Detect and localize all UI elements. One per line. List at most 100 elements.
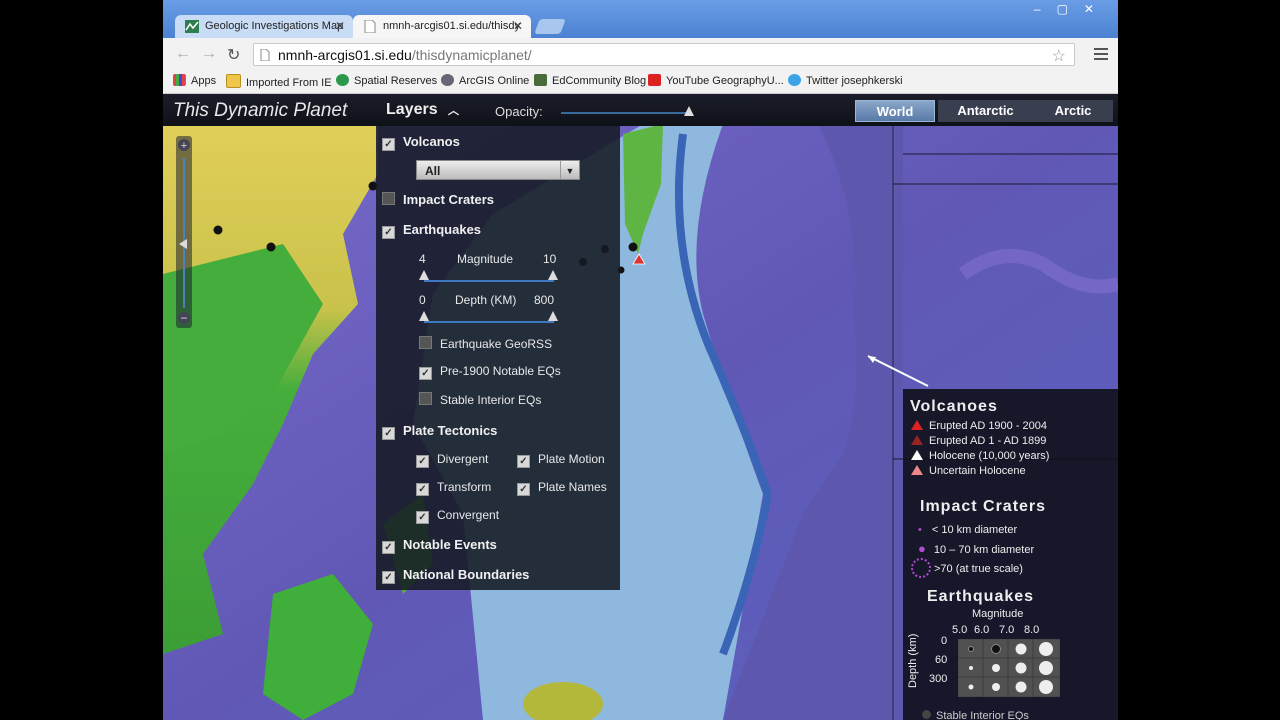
national-boundaries-checkbox[interactable]: ✓	[382, 571, 395, 584]
plate-motion-checkbox[interactable]: ✓	[517, 455, 530, 468]
youtube-icon	[648, 74, 661, 86]
svg-text:+: +	[181, 140, 187, 152]
bookmark-apps[interactable]: Apps	[173, 74, 216, 87]
close-tab-icon[interactable]: ✕	[335, 15, 345, 38]
stable-interior-icon	[922, 710, 931, 719]
divergent-checkbox[interactable]: ✓	[416, 455, 429, 468]
layer-plate-motion[interactable]: ✓ Plate Motion	[517, 452, 605, 468]
layer-plate-names[interactable]: ✓ Plate Names	[517, 480, 607, 496]
twitter-icon	[788, 74, 801, 86]
layer-convergent[interactable]: ✓ Convergent	[416, 508, 499, 524]
chevron-up-icon: ︿	[448, 105, 460, 117]
svg-text:−: −	[180, 311, 187, 325]
legend-magnitude-label: Magnitude	[972, 608, 1024, 620]
folder-icon	[226, 74, 241, 88]
address-bar[interactable]: nmnh-arcgis01.si.edu/thisdynamicplanet/ …	[253, 43, 1075, 66]
layer-stable-interior-eqs[interactable]: Stable Interior EQs	[419, 392, 541, 407]
opacity-slider[interactable]	[561, 112, 689, 114]
legend-crater-item: >70 (at true scale)	[911, 558, 1023, 578]
page-icon	[260, 49, 270, 61]
bookmark-star-icon[interactable]: ☆	[1052, 45, 1066, 68]
tab-strip: Geologic Investigations Map ✕ nmnh-arcgi…	[163, 0, 1118, 38]
layers-toggle[interactable]: Layers ︿	[386, 101, 459, 119]
back-icon[interactable]: ←	[175, 45, 191, 63]
layer-divergent[interactable]: ✓ Divergent	[416, 452, 488, 468]
stable-interior-eqs-checkbox[interactable]	[419, 392, 432, 405]
map-favicon-icon	[185, 20, 199, 33]
magnitude-max-handle[interactable]	[548, 270, 558, 280]
page-favicon-icon	[364, 20, 376, 33]
legend-volcano-item: Uncertain Holocene	[911, 465, 1026, 477]
plate-tectonics-checkbox[interactable]: ✓	[382, 427, 395, 440]
earthquake-marker[interactable]	[266, 242, 276, 252]
crater-small-icon: •	[918, 524, 922, 536]
bookmark-imported[interactable]: Imported From IE	[226, 74, 332, 89]
bookmark-arcgis[interactable]: ArcGIS Online	[441, 74, 529, 87]
layer-pre1900-eqs[interactable]: ✓ Pre-1900 Notable EQs	[419, 364, 561, 380]
apps-grid-icon	[173, 74, 186, 86]
layer-national-boundaries[interactable]: ✓ National Boundaries	[382, 567, 529, 584]
layer-transform[interactable]: ✓ Transform	[416, 480, 491, 496]
earthquake-georss-checkbox[interactable]	[419, 336, 432, 349]
dropdown-arrow-icon: ▼	[560, 161, 579, 179]
opacity-label: Opacity:	[495, 104, 543, 119]
bookmark-youtube[interactable]: YouTube GeographyU...	[648, 74, 784, 87]
transform-checkbox[interactable]: ✓	[416, 483, 429, 496]
notable-events-checkbox[interactable]: ✓	[382, 541, 395, 554]
layer-volcanos[interactable]: ✓ Volcanos	[382, 134, 460, 151]
depth-min-handle[interactable]	[419, 311, 429, 321]
url-path: /thisdynamicplanet/	[411, 47, 532, 63]
volcano-filter-select[interactable]: All ▼	[416, 160, 580, 180]
crater-medium-icon: ●	[918, 541, 926, 556]
legend-depth-60: 60	[935, 654, 948, 666]
opacity-slider-handle[interactable]	[684, 106, 694, 116]
window-controls[interactable]: –▢✕	[1034, 2, 1110, 16]
this-dynamic-planet-app: This Dynamic Planet Layers ︿ Opacity: Wo…	[163, 94, 1118, 720]
depth-max-handle[interactable]	[548, 311, 558, 321]
legend-crater-item: • < 10 km diameter	[918, 524, 1018, 536]
zoom-control[interactable]: + −	[173, 136, 195, 328]
layer-earthquake-georss[interactable]: Earthquake GeoRSS	[419, 336, 552, 351]
new-tab-button[interactable]	[534, 19, 566, 34]
earthquake-marker[interactable]	[628, 242, 638, 252]
region-arctic-button[interactable]: Arctic	[1033, 100, 1113, 122]
convergent-checkbox[interactable]: ✓	[416, 511, 429, 524]
tab-geologic-investigations[interactable]: Geologic Investigations Map ✕	[175, 15, 353, 38]
magnitude-slider[interactable]	[424, 280, 554, 282]
legend-mag-7: 7.0	[999, 624, 1015, 636]
spatial-reserves-icon	[336, 74, 349, 86]
reload-icon[interactable]: ↻	[227, 45, 240, 65]
depth-slider[interactable]	[424, 321, 554, 323]
zoom-track[interactable]	[183, 158, 185, 308]
app-header: This Dynamic Planet Layers ︿ Opacity: Wo…	[163, 94, 1118, 126]
forward-icon[interactable]: →	[201, 45, 217, 63]
impact-craters-checkbox[interactable]	[382, 192, 395, 205]
magnitude-min: 4	[419, 252, 426, 266]
layer-plate-tectonics[interactable]: ✓ Plate Tectonics	[382, 423, 497, 440]
legend-volcano-item: Holocene (10,000 years)	[911, 450, 1049, 462]
legend-volcanoes-title: Volcanoes	[910, 398, 998, 415]
tab-this-dynamic-planet[interactable]: nmnh-arcgis01.si.edu/thisdy ✕	[353, 15, 531, 38]
volcano-white-icon	[911, 450, 923, 460]
region-world-button[interactable]: World	[855, 100, 935, 122]
layer-earthquakes[interactable]: ✓ Earthquakes	[382, 222, 481, 239]
magnitude-min-handle[interactable]	[419, 270, 429, 280]
menu-icon[interactable]	[1094, 48, 1108, 60]
earthquake-marker[interactable]	[213, 225, 223, 235]
app-title: This Dynamic Planet	[173, 100, 348, 121]
pre1900-eqs-checkbox[interactable]: ✓	[419, 367, 432, 380]
legend-depth-300: 300	[929, 673, 948, 685]
plate-names-checkbox[interactable]: ✓	[517, 483, 530, 496]
volcanos-checkbox[interactable]: ✓	[382, 138, 395, 151]
earthquakes-checkbox[interactable]: ✓	[382, 226, 395, 239]
layer-impact-craters[interactable]: Impact Craters	[382, 192, 494, 207]
bookmark-twitter[interactable]: Twitter josephkerski	[788, 74, 903, 87]
map-legend: Volcanoes Erupted AD 1900 - 2004 Erupted…	[903, 389, 1118, 720]
close-tab-icon[interactable]: ✕	[513, 15, 523, 38]
bookmark-spatial-reserves[interactable]: Spatial Reserves	[336, 74, 437, 87]
region-antarctic-button[interactable]: Antarctic	[938, 100, 1033, 122]
bookmark-edcommunity[interactable]: EdCommunity Blog	[534, 74, 646, 87]
globe-icon	[441, 74, 454, 86]
layers-panel: ✓ Volcanos All ▼ Impact Craters ✓ Earthquak…	[376, 126, 620, 590]
layer-notable-events[interactable]: ✓ Notable Events	[382, 537, 497, 554]
